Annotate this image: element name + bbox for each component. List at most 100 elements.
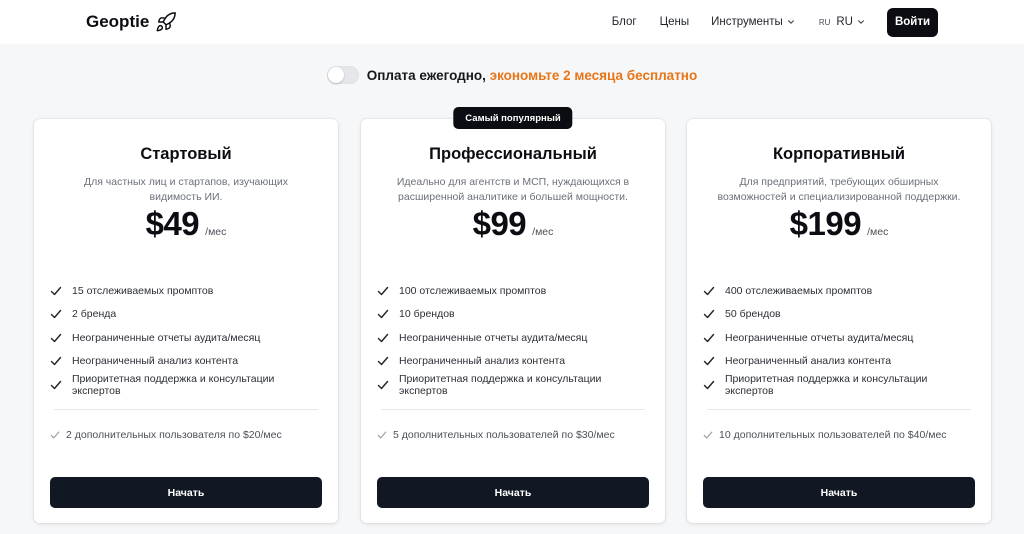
feature-item: Неограниченные отчеты аудита/месяц	[377, 326, 649, 350]
feature-item: Неограниченный анализ контента	[50, 350, 322, 374]
plan-card-enterprise: Корпоративный Для предприятий, требующих…	[687, 119, 991, 523]
language-label: RU	[836, 16, 853, 28]
feature-item: 10 брендов	[377, 303, 649, 327]
language-flag-code: RU	[818, 17, 831, 27]
extra-users-text: 5 дополнительных пользователей по $30/ме…	[393, 429, 615, 441]
feature-item: Приоритетная поддержка и консультации эк…	[377, 373, 649, 397]
nav-prices-label: Цены	[659, 16, 690, 28]
main-nav: Блог Цены Инструменты RU RU Войти	[612, 0, 938, 44]
extra-users-text: 10 дополнительных пользователей по $40/м…	[719, 429, 947, 441]
price-period: /мес	[532, 226, 554, 238]
feature-text: 10 брендов	[399, 308, 455, 321]
feature-list: 100 отслеживаемых промптов 10 брендов Не…	[377, 279, 649, 397]
price-amount: $49	[145, 205, 200, 242]
feature-item: Неограниченные отчеты аудита/месяц	[50, 326, 322, 350]
plan-price: $99 /мес	[361, 205, 665, 243]
price-amount: $199	[789, 205, 862, 242]
chevron-down-icon	[858, 20, 864, 24]
check-icon	[703, 333, 715, 342]
nav-blog-label: Блог	[611, 16, 637, 28]
divider	[707, 409, 971, 410]
check-icon	[50, 310, 62, 319]
feature-list: 15 отслеживаемых промптов 2 бренда Неогр…	[50, 279, 322, 397]
check-icon	[377, 380, 389, 389]
start-button[interactable]: Начать	[377, 477, 649, 508]
check-icon	[377, 431, 387, 439]
top-nav-bar: Geoptie Блог Цены Инструменты RU RU Войт…	[0, 0, 1024, 44]
start-button[interactable]: Начать	[50, 477, 322, 508]
feature-item: Приоритетная поддержка и консультации эк…	[50, 373, 322, 397]
divider	[381, 409, 645, 410]
check-icon	[377, 310, 389, 319]
most-popular-badge: Самый популярный	[453, 107, 573, 129]
feature-text: Приоритетная поддержка и консультации эк…	[399, 372, 602, 397]
feature-text: Неограниченные отчеты аудита/месяц	[725, 331, 914, 344]
extra-users-note: 5 дополнительных пользователей по $30/ме…	[377, 429, 649, 441]
nav-tools-label: Инструменты	[711, 16, 783, 28]
feature-item: Неограниченные отчеты аудита/месяц	[703, 326, 975, 350]
billing-promo: экономьте 2 месяца бесплатно	[489, 67, 698, 83]
plan-description: Для частных лиц и стартапов, изучающих в…	[83, 176, 289, 203]
price-amount: $99	[472, 205, 527, 242]
plan-name: Стартовый	[140, 145, 232, 163]
check-icon	[377, 357, 389, 366]
plan-price: $199 /мес	[687, 205, 991, 243]
feature-text: 50 брендов	[725, 308, 781, 321]
plan-name: Корпоративный	[772, 145, 906, 163]
feature-text: Неограниченные отчеты аудита/месяц	[399, 331, 588, 344]
feature-item: 50 брендов	[703, 303, 975, 327]
logo[interactable]: Geoptie	[86, 11, 177, 33]
plan-card-starter: Стартовый Для частных лиц и стартапов, и…	[34, 119, 338, 523]
check-icon	[703, 380, 715, 389]
start-button[interactable]: Начать	[703, 477, 975, 508]
feature-text: 15 отслеживаемых промптов	[72, 284, 214, 297]
plan-description: Идеально для агентств и МСП, нуждающихся…	[396, 176, 630, 203]
feature-item: Неограниченный анализ контента	[377, 350, 649, 374]
check-icon	[377, 333, 389, 342]
feature-text: Неограниченный анализ контента	[72, 355, 239, 368]
feature-text: 2 бренда	[72, 308, 117, 321]
feature-text: Неограниченный анализ контента	[399, 355, 566, 368]
check-icon	[50, 286, 62, 295]
nav-blog-link[interactable]: Блог	[612, 16, 637, 28]
login-button[interactable]: Войти	[887, 7, 938, 37]
divider	[54, 409, 318, 410]
billing-toggle-row: Оплата ежегодно, экономьте 2 месяца бесп…	[0, 66, 1024, 84]
check-icon	[50, 431, 60, 439]
plan-price: $49 /мес	[34, 205, 338, 243]
check-icon	[50, 380, 62, 389]
check-icon	[703, 286, 715, 295]
billing-label: Оплата ежегодно,	[366, 67, 486, 83]
logo-text: Geoptie	[86, 12, 150, 31]
feature-item: 100 отслеживаемых промптов	[377, 279, 649, 303]
price-period: /мес	[205, 226, 227, 238]
language-selector[interactable]: RU RU	[819, 16, 865, 28]
extra-users-note: 10 дополнительных пользователей по $40/м…	[703, 429, 975, 441]
nav-tools-dropdown[interactable]: Инструменты	[711, 16, 795, 28]
feature-list: 400 отслеживаемых промптов 50 брендов Не…	[703, 279, 975, 397]
plan-name: Профессиональный	[429, 145, 597, 163]
check-icon	[703, 431, 713, 439]
plan-description: Для предприятий, требующих обширных возм…	[717, 176, 961, 203]
check-icon	[50, 357, 62, 366]
feature-item: 15 отслеживаемых промптов	[50, 279, 322, 303]
check-icon	[50, 333, 62, 342]
feature-text: 400 отслеживаемых промптов	[725, 284, 873, 297]
rocket-icon	[156, 12, 177, 32]
plan-card-professional: Самый популярный Профессиональный Идеаль…	[361, 107, 665, 523]
toggle-knob	[327, 67, 344, 83]
feature-text: Неограниченные отчеты аудита/месяц	[72, 331, 261, 344]
feature-item: 2 бренда	[50, 303, 322, 327]
nav-prices-link[interactable]: Цены	[660, 16, 690, 28]
chevron-down-icon	[787, 20, 794, 24]
feature-text: 100 отслеживаемых промптов	[399, 284, 547, 297]
check-icon	[377, 286, 389, 295]
annual-billing-toggle[interactable]	[326, 66, 359, 84]
feature-text: Неограниченный анализ контента	[725, 355, 892, 368]
extra-users-note: 2 дополнительных пользователя по $20/мес	[50, 429, 322, 441]
extra-users-text: 2 дополнительных пользователя по $20/мес	[66, 429, 282, 441]
feature-text: Приоритетная поддержка и консультации эк…	[725, 372, 928, 397]
check-icon	[703, 310, 715, 319]
feature-text: Приоритетная поддержка и консультации эк…	[72, 372, 275, 397]
feature-item: 400 отслеживаемых промптов	[703, 279, 975, 303]
